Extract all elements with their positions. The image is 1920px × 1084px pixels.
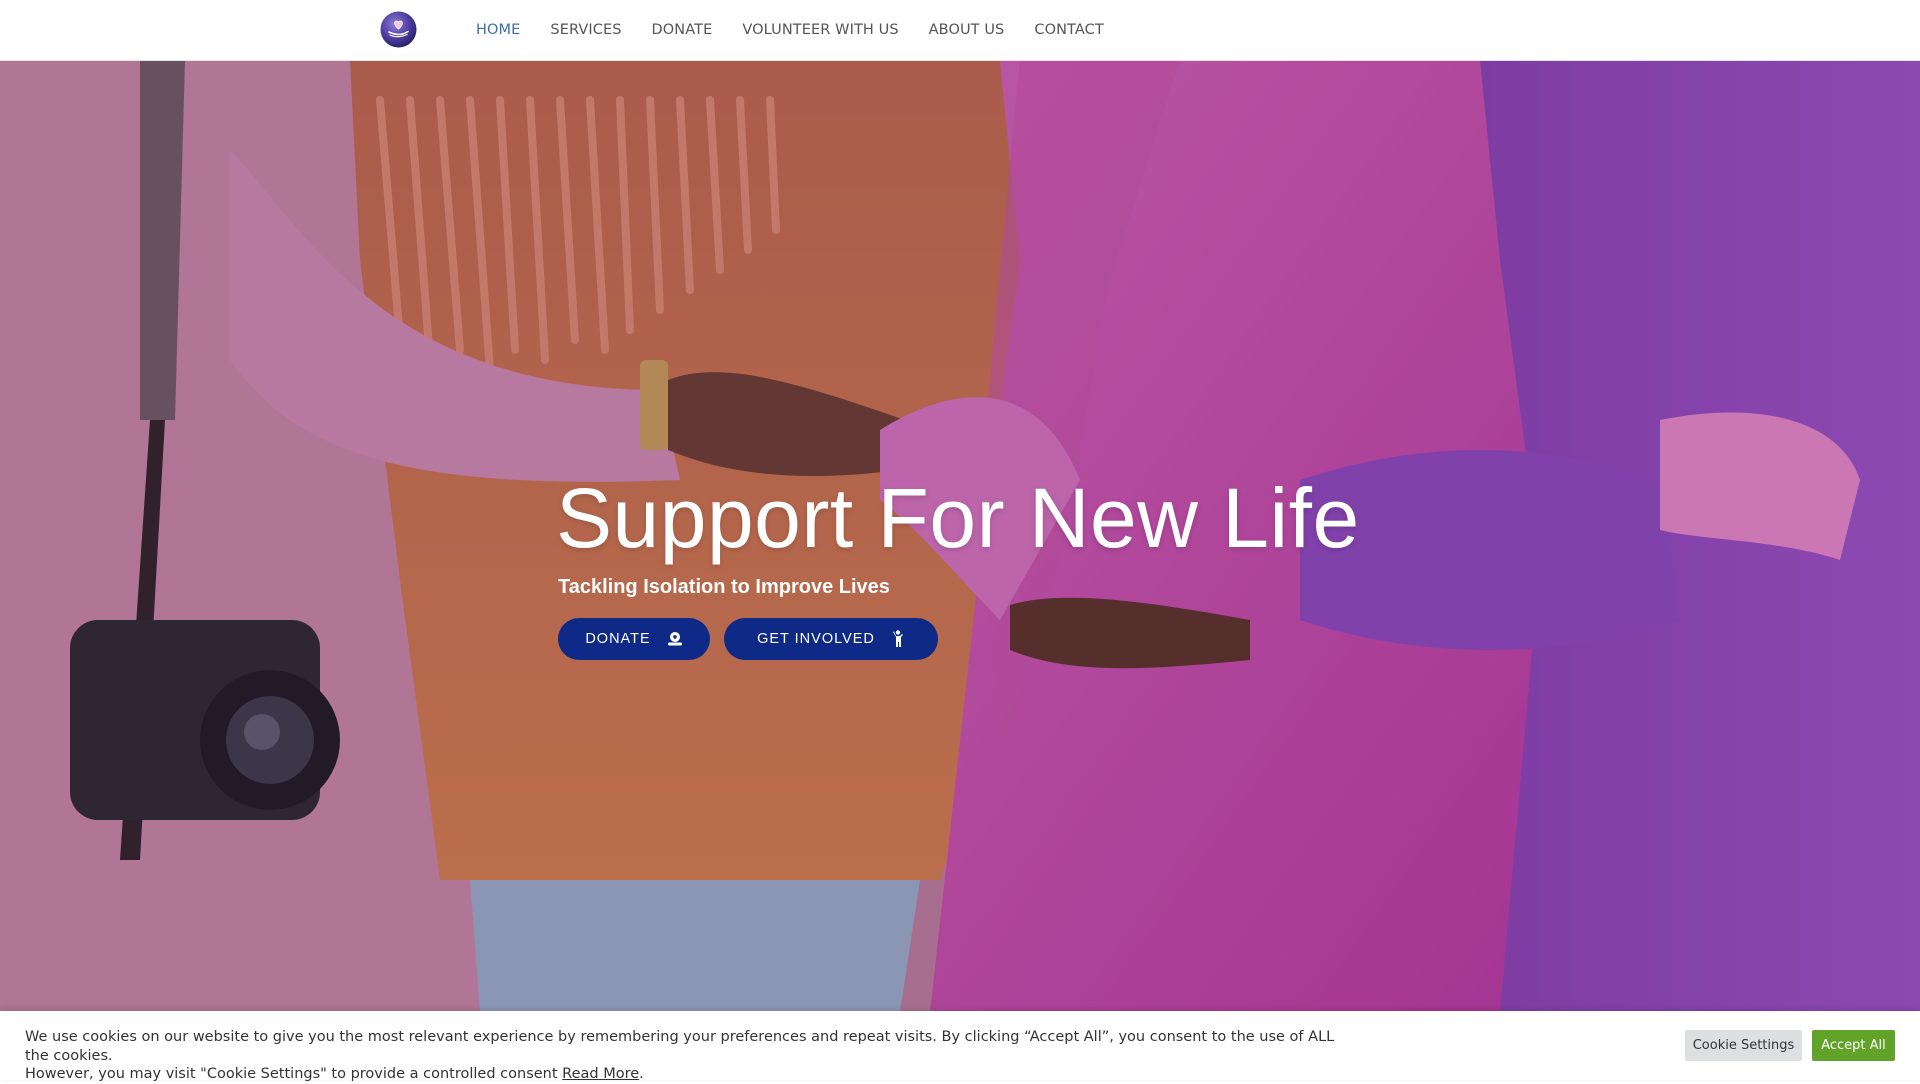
heart-hand-icon (380, 11, 417, 48)
site-header: HOME SERVICES DONATE VOLUNTEER WITH US A… (0, 0, 1920, 61)
donate-button[interactable]: DONATE (558, 618, 710, 660)
get-involved-button[interactable]: GET INVOLVED (724, 618, 938, 660)
nav-item-services[interactable]: SERVICES (550, 22, 621, 38)
cookie-consent-bar: We use cookies on our website to give yo… (0, 1011, 1920, 1082)
main-nav: HOME SERVICES DONATE VOLUNTEER WITH US A… (476, 0, 1134, 60)
get-involved-button-label: GET INVOLVED (757, 631, 875, 647)
logo[interactable] (380, 11, 417, 48)
donate-button-label: DONATE (585, 631, 651, 647)
hero-title: Support For New Life (556, 471, 1360, 565)
raised-hand-person-icon (891, 630, 905, 648)
hero-subtitle: Tackling Isolation to Improve Lives (558, 576, 890, 598)
nav-item-home[interactable]: HOME (476, 22, 520, 38)
cookie-message: We use cookies on our website to give yo… (25, 1028, 1345, 1084)
accept-all-button[interactable]: Accept All (1812, 1030, 1895, 1061)
nav-item-about[interactable]: ABOUT US (929, 22, 1005, 38)
nav-item-contact[interactable]: CONTACT (1034, 22, 1103, 38)
cookie-settings-button[interactable]: Cookie Settings (1685, 1030, 1802, 1061)
nav-item-volunteer[interactable]: VOLUNTEER WITH US (742, 22, 898, 38)
hero-section: Support For New Life Tackling Isolation … (0, 60, 1920, 1012)
cookie-message-line1: We use cookies on our website to give yo… (25, 1029, 1335, 1064)
donation-hand-icon (667, 631, 683, 647)
nav-item-donate[interactable]: DONATE (652, 22, 713, 38)
